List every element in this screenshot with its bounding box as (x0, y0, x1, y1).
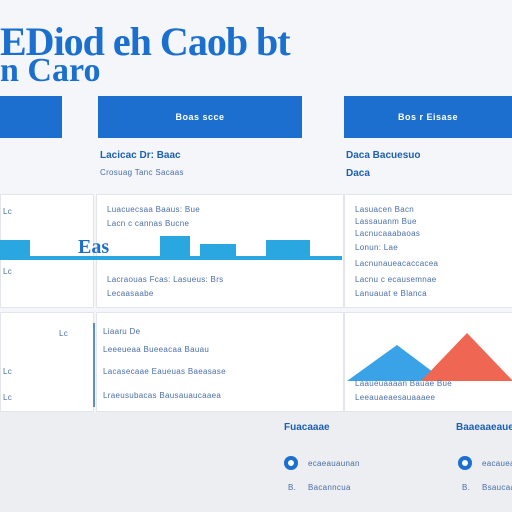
col2-subtitle: Crosuag Tanc Sacaas (100, 168, 184, 177)
bullet-marker: B. (462, 483, 471, 492)
panel-right-row: Lasuacen Bacn (355, 205, 415, 214)
panel-lower-left-row: Lc (59, 329, 69, 338)
panel-left-row: Lc (3, 267, 13, 276)
header-bar-3[interactable]: Bos r Eisase (344, 96, 512, 138)
panel-lower-right-row: Laaueuaaaan Bauae Bue (355, 379, 453, 388)
panel-right-row: Lassauanm Bue (355, 217, 417, 226)
panel-mid-row: Lacn c cannas Bucne (107, 219, 190, 228)
bottom-col-b-item[interactable]: eacaueanr (482, 459, 512, 468)
header-bar-2-label: Boas scce (175, 112, 225, 122)
strip-label: Eas (78, 236, 110, 258)
col2-title: Lacicac Dr: Baac (100, 150, 181, 161)
radio-icon[interactable] (458, 456, 472, 470)
panel-right-row: Lacnucaaabaoas (355, 229, 421, 238)
page-title-line-2: n Caro (0, 52, 101, 89)
bottom-col-a-item[interactable]: Bacanncua (308, 483, 351, 492)
bottom-col-b-title: Baaeaaeaue (456, 422, 512, 433)
header-bar-2[interactable]: Boas scce (98, 96, 302, 138)
panel-right-row: Lacnunaueacaccacea (355, 259, 439, 268)
panel-lower-mid-row: Lacasecaae Eaueuas Baeasase (103, 367, 226, 376)
header-bar-1[interactable] (0, 96, 62, 138)
divider-line (93, 323, 95, 407)
strip-segment (200, 244, 236, 256)
panel-mid-row: Lecaasaabe (107, 289, 154, 298)
panel-mid-row: Lacraouas Fcas: Lasueus: Brs (107, 275, 224, 284)
panel-lower-mid-row: Liaaru De (103, 327, 141, 336)
panel-lower-left: Lc Lc Lc (0, 312, 94, 412)
panel-lower-mid-row: Leeeueaa Bueeacaa Bauau (103, 345, 210, 354)
header-bar-3-label: Bos r Eisase (397, 112, 459, 122)
panel-right: Lasuacen Bacn Lassauanm Bue Lacnucaaabao… (344, 194, 512, 308)
panel-lower-left-row: Lc (3, 393, 13, 402)
panel-lower-right-row: Leeauaeaesauaaaee (355, 393, 436, 402)
strip-segment (266, 240, 310, 256)
strip-segment (160, 236, 190, 256)
col3-subtitle: Daca (346, 168, 370, 179)
panel-right-row: Lacnu c ecausemnae (355, 275, 437, 284)
triangle-chart (347, 333, 512, 381)
bottom-section: Fuacaaae ecaeauaunan B. Bacanncua Baaeaa… (0, 412, 512, 512)
bullet-marker: B. (288, 483, 297, 492)
radio-outer (458, 456, 472, 470)
panel-lower-right: Laaueuaaaan Bauae Bue Leeauaeaesauaaaee (344, 312, 512, 412)
radio-icon[interactable] (284, 456, 298, 470)
strip-line (0, 256, 342, 260)
panel-mid-row: Luacuecsaa Baaus: Bue (107, 205, 201, 214)
col3-title: Daca Bacuesuo (346, 150, 421, 161)
panel-right-row: Lonun: Lae (355, 243, 399, 252)
red-triangle (421, 333, 512, 381)
bottom-col-b-item[interactable]: Bsaucaaae (482, 483, 512, 492)
panel-left-row: Lc (3, 207, 13, 216)
radio-outer (284, 456, 298, 470)
bottom-col-a-title: Fuacaaae (284, 422, 330, 433)
panel-lower-middle: Liaaru De Leeeueaa Bueeacaa Bauau Lacase… (93, 312, 344, 412)
panel-right-row: Lanuauat e Blanca (355, 289, 427, 298)
panel-lower-left-row: Lc (3, 367, 13, 376)
bottom-col-a-item[interactable]: ecaeauaunan (308, 459, 360, 468)
panel-lower-mid-row: Lraeusubacas Bausauaucaaea (103, 391, 222, 400)
